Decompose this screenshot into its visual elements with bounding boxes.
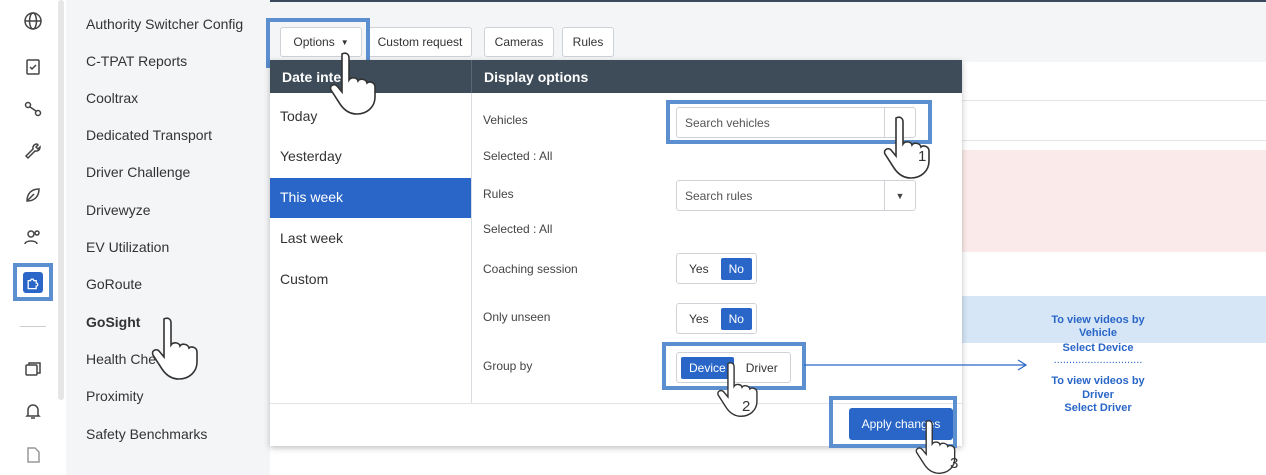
menu-item-safety-benchmarks[interactable]: Safety Benchmarks: [86, 426, 207, 442]
note-by-vehicle: To view videos by: [1051, 314, 1145, 326]
menu-item-ev-utilization[interactable]: EV Utilization: [86, 239, 169, 255]
bell-icon[interactable]: [20, 398, 46, 424]
rules-dropdown-icon[interactable]: ▼: [884, 181, 915, 210]
unseen-yes[interactable]: Yes: [681, 308, 717, 330]
note-by-driver: To view videos by: [1051, 375, 1145, 387]
coaching-yes[interactable]: Yes: [681, 258, 717, 280]
windows-icon[interactable]: [20, 356, 46, 382]
menu-item-driver-challenge[interactable]: Driver Challenge: [86, 164, 190, 180]
row-divider: [962, 100, 1266, 101]
step-3-label: 3: [950, 455, 959, 472]
addins-menu: Authority Switcher Config C-TPAT Reports…: [66, 0, 270, 475]
step-1-label: 1: [918, 148, 927, 165]
date-item-last-week[interactable]: Last week: [270, 219, 471, 259]
menu-item-health-check[interactable]: Health Che: [86, 351, 156, 367]
date-item-custom[interactable]: Custom: [270, 260, 471, 300]
addins-icon-highlight[interactable]: [13, 263, 53, 301]
globe-icon[interactable]: [20, 8, 46, 34]
coaching-session-toggle[interactable]: Yes No: [676, 253, 757, 284]
alert-row-background: [962, 150, 1266, 252]
pointer-hand-icon: [883, 116, 930, 179]
note-vehicle: Vehicle: [1079, 327, 1117, 339]
only-unseen-label: Only unseen: [483, 310, 551, 324]
rules-placeholder: Search rules: [685, 189, 753, 203]
wrench-icon[interactable]: [20, 138, 46, 164]
report-icon[interactable]: [20, 54, 46, 80]
connector-arrow: [804, 359, 1028, 371]
date-item-this-week[interactable]: This week: [270, 178, 471, 218]
rules-search[interactable]: Search rules ▼: [676, 180, 916, 211]
note-driver: Driver: [1082, 389, 1114, 401]
menu-item-authority-switcher[interactable]: Authority Switcher Config: [86, 16, 243, 32]
menu-scrollbar[interactable]: [58, 0, 64, 400]
pointer-hand-icon: [915, 420, 956, 474]
only-unseen-toggle[interactable]: Yes No: [676, 303, 757, 334]
cameras-button[interactable]: Cameras: [484, 27, 554, 57]
menu-item-goroute[interactable]: GoRoute: [86, 276, 142, 292]
group-by-label: Group by: [483, 359, 533, 373]
unseen-no[interactable]: No: [720, 307, 752, 330]
menu-item-ctpat[interactable]: C-TPAT Reports: [86, 53, 187, 69]
step-2-label: 2: [742, 398, 751, 415]
coaching-no[interactable]: No: [720, 257, 752, 280]
display-options-header: Display options: [471, 60, 962, 93]
date-item-yesterday[interactable]: Yesterday: [270, 137, 471, 177]
row-divider: [962, 140, 1266, 141]
note-separator: .............................: [1053, 354, 1143, 366]
vehicles-label: Vehicles: [483, 113, 528, 127]
menu-item-drivewyze[interactable]: Drivewyze: [86, 202, 151, 218]
leaf-icon[interactable]: [20, 182, 46, 208]
route-icon[interactable]: [20, 96, 46, 122]
rules-label: Rules: [483, 187, 514, 201]
icon-rail: [0, 0, 66, 475]
menu-item-proximity[interactable]: Proximity: [86, 388, 144, 404]
toolbar: Options ▼ Custom request Cameras Rules: [270, 0, 1266, 62]
coaching-session-label: Coaching session: [483, 262, 578, 276]
rules-selected: Selected : All: [483, 222, 553, 236]
document-icon[interactable]: [20, 442, 46, 468]
rules-button[interactable]: Rules: [562, 27, 614, 57]
people-icon[interactable]: [20, 224, 46, 250]
menu-item-gosight[interactable]: GoSight: [86, 314, 140, 330]
note-select-device: Select Device: [1062, 342, 1134, 354]
pointer-hand-icon: [151, 317, 198, 380]
note-select-driver: Select Driver: [1064, 402, 1132, 414]
menu-item-cooltrax[interactable]: Cooltrax: [86, 90, 138, 106]
vehicles-selected: Selected : All: [483, 149, 553, 163]
rail-divider: [20, 326, 46, 327]
menu-item-dedicated-transport[interactable]: Dedicated Transport: [86, 127, 212, 143]
pointer-hand-icon: [329, 52, 376, 115]
column-divider: [471, 93, 472, 403]
puzzle-icon[interactable]: [23, 272, 43, 293]
